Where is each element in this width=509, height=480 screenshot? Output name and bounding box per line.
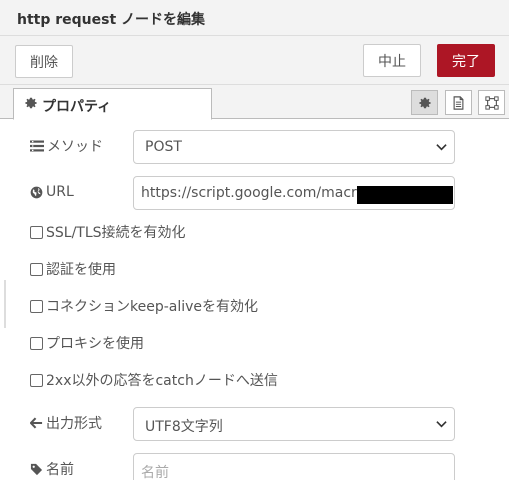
name-input[interactable]: 名前 — [133, 453, 455, 480]
delete-button[interactable]: 削除 — [15, 45, 73, 78]
output-label-row: 出力形式 — [30, 413, 102, 433]
file-text-icon — [453, 96, 464, 110]
auth-checkbox-label: 認証を使用 — [46, 262, 116, 278]
frame-icon — [485, 96, 499, 110]
redacted-region — [357, 186, 453, 204]
tab-label: プロパティ — [42, 99, 112, 115]
name-label-row: 名前 — [30, 459, 74, 479]
catch-checkbox[interactable] — [30, 373, 43, 387]
gear-icon — [419, 97, 431, 109]
chevron-down-icon — [436, 421, 447, 428]
name-label: 名前 — [46, 462, 74, 478]
catch-checkbox-row[interactable]: 2xx以外の応答をcatchノードへ送信 — [30, 371, 278, 389]
settings-tab-button[interactable] — [411, 90, 438, 115]
gear-icon — [25, 97, 37, 109]
done-button[interactable]: 完了 — [437, 44, 495, 77]
method-value: POST — [145, 139, 182, 155]
url-label: URL — [46, 184, 74, 200]
tls-checkbox-row[interactable]: SSL/TLS接続を有効化 — [30, 223, 186, 241]
dialog-titlebar: http request ノードを編集 — [0, 0, 509, 36]
url-input[interactable]: https://script.google.com/macros/s/ — [133, 176, 455, 210]
method-select[interactable]: POST — [133, 130, 455, 164]
url-value: https://script.google.com/macros/s/ — [141, 185, 390, 201]
output-label: 出力形式 — [46, 416, 102, 432]
chevron-down-icon — [436, 144, 447, 151]
tag-icon — [30, 463, 43, 475]
proxy-checkbox-row[interactable]: プロキシを使用 — [30, 334, 144, 352]
keepalive-checkbox-row[interactable]: コネクションkeep-aliveを有効化 — [30, 297, 258, 315]
appearance-tab-button[interactable] — [478, 90, 505, 115]
cancel-button[interactable]: 中止 — [363, 44, 421, 77]
auth-checkbox[interactable] — [30, 262, 43, 276]
keepalive-checkbox-label: コネクションkeep-aliveを有効化 — [46, 299, 259, 315]
name-placeholder: 名前 — [141, 465, 169, 480]
arrow-left-icon — [30, 417, 43, 429]
tab-strip: プロパティ — [0, 85, 509, 120]
list-icon — [30, 140, 44, 152]
keepalive-checkbox[interactable] — [30, 299, 43, 313]
resize-handle[interactable] — [4, 280, 6, 328]
method-label-row: メソッド — [30, 136, 103, 156]
tab-properties[interactable]: プロパティ — [13, 88, 212, 120]
description-tab-button[interactable] — [445, 90, 472, 115]
method-label: メソッド — [47, 139, 103, 155]
proxy-checkbox-label: プロキシを使用 — [46, 336, 144, 352]
auth-checkbox-row[interactable]: 認証を使用 — [30, 260, 116, 278]
tls-checkbox-label: SSL/TLS接続を有効化 — [46, 225, 186, 241]
output-value: UTF8文字列 — [145, 419, 223, 435]
globe-icon — [30, 186, 43, 198]
tls-checkbox[interactable] — [30, 225, 43, 239]
proxy-checkbox[interactable] — [30, 336, 43, 350]
url-label-row: URL — [30, 182, 74, 202]
dialog-toolbar: 削除 中止 完了 — [0, 36, 509, 85]
catch-checkbox-label: 2xx以外の応答をcatchノードへ送信 — [46, 373, 278, 389]
dialog-title: http request ノードを編集 — [17, 12, 206, 28]
output-select[interactable]: UTF8文字列 — [133, 407, 455, 441]
